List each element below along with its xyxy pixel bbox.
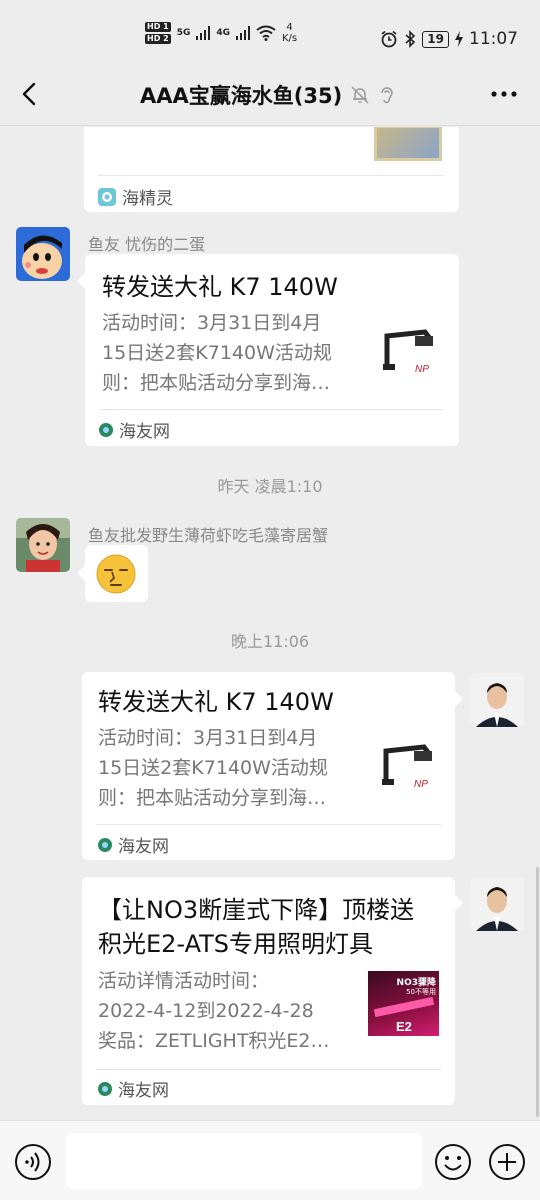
- card-divider: [98, 175, 444, 176]
- card-source: 海友网: [99, 417, 170, 442]
- bubble-tail: [77, 565, 85, 581]
- card-divider: [99, 409, 443, 410]
- child-photo-avatar-icon: [16, 518, 70, 572]
- avatar[interactable]: [16, 227, 70, 281]
- hd2-label: HD 2: [145, 34, 171, 44]
- avatar[interactable]: [470, 673, 524, 727]
- back-arrow-icon[interactable]: [14, 78, 46, 110]
- link-card[interactable]: 海精灵: [84, 127, 459, 212]
- emoji-icon[interactable]: [434, 1143, 472, 1181]
- link-card[interactable]: 【让NO3断崖式下降】顶楼送 积光E2-ATS专用照明灯具 活动详情活动时间： …: [82, 877, 455, 1105]
- timestamp: 昨天 凌晨1:10: [217, 477, 323, 496]
- svg-text:NP: NP: [414, 779, 428, 790]
- haijingling-logo-icon: [98, 187, 116, 206]
- card-title-line: 【让NO3断崖式下降】顶楼送: [98, 896, 415, 924]
- sender-name: 鱼友批发野生薄荷虾吃毛藻寄居蟹: [88, 526, 329, 545]
- card-description: 活动时间：3月31日到4月 15日送2套K7140W活动规 则：把本贴活动分享到…: [102, 308, 372, 398]
- cartoon-avatar-icon: [16, 227, 70, 281]
- bubble-tail: [77, 273, 85, 289]
- card-title: 【让NO3断崖式下降】顶楼送 积光E2-ATS专用照明灯具: [98, 893, 443, 961]
- card-desc-line: 则：把本贴活动分享到海…: [102, 372, 331, 394]
- charging-icon: [455, 31, 463, 47]
- sender-name: 鱼友 忧伤的二蛋: [88, 235, 206, 254]
- thumb-text: E2: [396, 1019, 412, 1034]
- card-title-line: 积光E2-ATS专用照明灯具: [98, 930, 374, 958]
- card-desc-line: 15日送2套K7140W活动规: [102, 342, 332, 364]
- status-bar-right: 19 11:07: [380, 29, 518, 49]
- battery-indicator: 19: [422, 30, 449, 48]
- mute-bell-icon: [351, 86, 369, 104]
- speechless-face-emoji-icon: [96, 554, 136, 594]
- ear-icon: [381, 87, 393, 104]
- card-title: 转发送大礼 K7 140W: [102, 273, 338, 301]
- card-source: 海精灵: [98, 184, 173, 209]
- scrollbar[interactable]: [536, 867, 539, 1117]
- product-thumbnail-lamp: NP: [374, 731, 444, 801]
- hd1-label: HD 1: [145, 22, 171, 32]
- card-desc-line: 活动详情活动时间：: [98, 970, 270, 992]
- more-icon[interactable]: [488, 80, 520, 108]
- input-bar: [0, 1120, 540, 1200]
- card-thumbnail: [374, 127, 442, 161]
- status-bar: HD 1 HD 2 5G 4G 4 K/s 19 11:07: [0, 0, 540, 62]
- alarm-icon: [381, 30, 397, 48]
- signal-bars-icon: [196, 26, 211, 40]
- net-speed-value: 4: [286, 22, 293, 33]
- thumb-light-bar: [373, 996, 435, 1018]
- card-source-label: 海友网: [119, 422, 170, 442]
- chat-messages[interactable]: 海精灵 鱼友 忧伤的二蛋 转发送大礼 K7 140W 活动时间：3月31日到4月…: [0, 127, 540, 1120]
- chat-title: AAA宝赢海水鱼(35): [140, 84, 343, 108]
- card-desc-line: 15日送2套K7140W活动规: [98, 757, 328, 779]
- voice-input-icon[interactable]: [14, 1143, 52, 1181]
- card-divider: [96, 1069, 441, 1070]
- link-card[interactable]: 转发送大礼 K7 140W 活动时间：3月31日到4月 15日送2套K7140W…: [82, 672, 455, 860]
- card-source: 海友网: [98, 1076, 169, 1101]
- card-desc-line: 活动时间：3月31日到4月: [98, 727, 318, 749]
- bubble-tail: [455, 691, 463, 707]
- wifi-icon: [256, 25, 276, 41]
- svg-text:NP: NP: [415, 364, 429, 375]
- avatar[interactable]: [470, 877, 524, 931]
- link-card[interactable]: 转发送大礼 K7 140W 活动时间：3月31日到4月 15日送2套K7140W…: [85, 254, 459, 446]
- timestamp: 晚上11:06: [230, 632, 310, 651]
- haiyouwang-logo-icon: [98, 837, 112, 852]
- hd-indicator: HD 1 HD 2: [145, 22, 171, 44]
- card-source-label: 海友网: [118, 1081, 169, 1101]
- net-speed-unit: K/s: [282, 33, 298, 44]
- haiyouwang-logo-icon: [99, 422, 113, 437]
- man-photo-avatar-icon: [470, 673, 524, 727]
- thumb-footer: [368, 1036, 439, 1042]
- man-photo-avatar-icon: [470, 877, 524, 931]
- card-description: 活动详情活动时间： 2022-4-12到2022-4-28 奖品：ZETLIGH…: [98, 966, 373, 1056]
- card-desc-line: 则：把本贴活动分享到海…: [98, 787, 327, 809]
- chat-header: AAA宝赢海水鱼(35): [0, 62, 540, 126]
- card-source: 海友网: [98, 832, 169, 857]
- card-desc-line: 2022-4-12到2022-4-28: [98, 1000, 314, 1022]
- signal-4g-label: 4G: [216, 28, 230, 38]
- card-source-label: 海友网: [118, 837, 169, 857]
- card-source-label: 海精灵: [122, 189, 173, 209]
- add-plus-icon[interactable]: [488, 1143, 526, 1181]
- product-thumbnail-lamp: NP: [375, 316, 445, 386]
- status-bar-network: HD 1 HD 2 5G 4G 4 K/s: [145, 22, 297, 44]
- card-desc-line: 奖品：ZETLIGHT积光E2…: [98, 1030, 330, 1052]
- chat-title-group: AAA宝赢海水鱼(35): [140, 80, 396, 110]
- emoji-message[interactable]: [85, 545, 148, 602]
- card-title: 转发送大礼 K7 140W: [98, 688, 334, 716]
- product-thumbnail-e2: NO3骤降 50不等用 E2: [368, 971, 439, 1042]
- net-speed: 4 K/s: [282, 22, 297, 44]
- card-description: 活动时间：3月31日到4月 15日送2套K7140W活动规 则：把本贴活动分享到…: [98, 723, 370, 813]
- message-input[interactable]: [66, 1133, 422, 1189]
- status-time: 11:07: [469, 29, 518, 49]
- signal-5g-label: 5G: [176, 28, 191, 38]
- thumb-text: 50不等用: [406, 988, 436, 996]
- avatar[interactable]: [16, 518, 70, 572]
- bubble-tail: [455, 895, 463, 911]
- card-divider: [96, 824, 441, 825]
- haiyouwang-logo-icon: [98, 1081, 112, 1096]
- bluetooth-icon: [405, 30, 416, 48]
- signal-bars-icon: [236, 26, 250, 40]
- card-desc-line: 活动时间：3月31日到4月: [102, 312, 322, 334]
